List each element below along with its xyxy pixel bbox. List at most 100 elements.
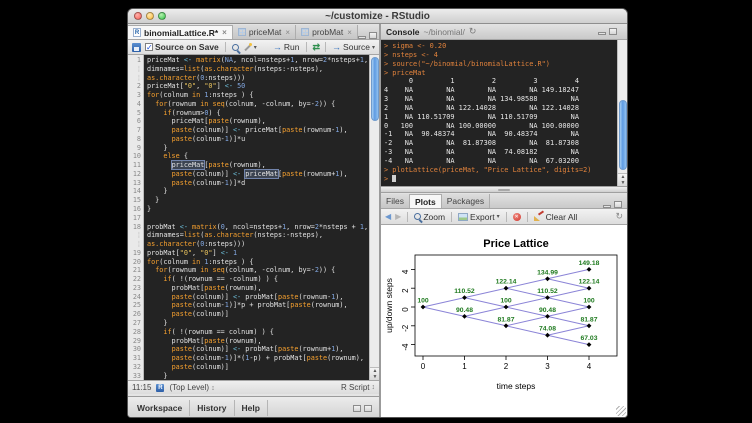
resize-grip[interactable] [616,406,626,416]
code-line[interactable]: 5 if(rownum>0) { [128,109,369,118]
maximize-pane-icon[interactable] [364,405,372,412]
tab-workspace[interactable]: Workspace [130,400,190,416]
code-line[interactable]: 19probMat["0", "0"] <- 1 [128,249,369,258]
code-line[interactable]: 28 if( !(rownum == colnum) ) { [128,328,369,337]
zoom-plot-button[interactable]: Zoom [414,212,445,222]
titlebar[interactable]: ~/customize - RStudio [128,9,627,24]
code-line[interactable]: 4 for(rownum in seq(colnum, -colnum, by=… [128,100,369,109]
horizontal-splitter[interactable] [381,186,627,193]
console-line: > source("~/binomial/binomialLattice.R") [384,60,591,69]
maximize-pane-icon[interactable] [609,28,617,35]
code-line[interactable]: ¦dimnames=list(as.character(nsteps:-nste… [128,65,369,74]
search-icon[interactable] [232,44,239,51]
minimize-pane-icon[interactable] [358,36,366,39]
tab-help[interactable]: Help [235,400,268,416]
file-type-selector[interactable]: R Script ↕ [341,383,375,392]
code-line[interactable]: 2priceMat["0", "0"] <- 50 [128,82,369,91]
minimize-pane-icon[interactable] [598,32,606,35]
restore-pane-icon[interactable] [353,405,361,412]
code-line[interactable]: 29 probMat[paste(rownum), [128,337,369,346]
code-line[interactable]: 18probMat <- matrix(0, ncol=nsteps+1, nr… [128,223,369,232]
code-editor[interactable]: 1priceMat <- matrix(NA, ncol=nsteps+1, n… [128,55,379,380]
code-line[interactable]: ¦dimnames=list(as.character(nsteps:-nste… [128,231,369,240]
code-line[interactable]: 30 paste(colnum)] <- probMat[paste(rownu… [128,345,369,354]
refresh-plot-icon[interactable]: ↻ [615,211,623,222]
editor-scrollbar[interactable]: ▲▼ [369,55,379,380]
source-button[interactable]: → Source ▾ [332,42,375,52]
code-line[interactable]: 26 paste(colnum)] [128,310,369,319]
console-line: > [384,175,591,184]
close-icon[interactable]: × [222,28,227,37]
code-line[interactable]: ¦as.character(0:nsteps))) [128,74,369,83]
svg-text:122.14: 122.14 [579,279,600,286]
tab-pricemat[interactable]: priceMat × [233,25,296,39]
console-scroll-arrows[interactable]: ▲▼ [618,173,627,186]
editor-scroll-arrows[interactable]: ▲▼ [370,367,379,380]
code-line[interactable]: 13 paste(colnum-1)]*d [128,179,369,188]
previous-plot-button[interactable]: ◀ [385,212,391,221]
code-line[interactable]: 9 } [128,144,369,153]
code-line[interactable]: 20for(colnum in 1:nsteps ) { [128,258,369,267]
run-arrow-icon: → [273,42,282,52]
code-line[interactable]: 27 } [128,319,369,328]
code-line[interactable]: 15 } [128,196,369,205]
code-line[interactable]: 8 paste(colnum-1)]*u [128,135,369,144]
console-scrollbar[interactable]: ▲▼ [617,40,627,186]
console-line: > nsteps <- 4 [384,51,591,60]
source-on-save-checkbox[interactable]: ✓ Source on Save [145,42,219,52]
code-line[interactable]: 11 priceMat[paste(rownum), [128,161,369,170]
code-line[interactable]: 23 probMat[paste(rownum), [128,284,369,293]
svg-text:2: 2 [504,362,509,371]
code-line[interactable]: 25 paste(colnum-1)]*p + probMat[paste(ro… [128,301,369,310]
code-line[interactable]: 31 paste(colnum-1)]*(1-p) + probMat[past… [128,354,369,363]
maximize-pane-icon[interactable] [369,32,377,39]
rerun-button[interactable]: ⇄ [313,42,320,53]
code-line[interactable]: 14 } [128,187,369,196]
next-plot-button[interactable]: ▶ [395,212,401,221]
close-icon[interactable]: × [347,28,352,37]
tab-binomiallattice[interactable]: R binomialLattice.R* × [128,25,233,39]
code-line[interactable]: ¦as.character(0:nsteps))) [128,240,369,249]
code-line[interactable]: 12 paste(colnum)] <- priceMat[paste(rown… [128,170,369,179]
code-line[interactable]: 22 if( !(rownum == -colnum) ) { [128,275,369,284]
svg-text:74.08: 74.08 [539,326,556,333]
code-line[interactable]: 17 [128,214,369,223]
svg-text:100: 100 [500,298,512,305]
tab-packages[interactable]: Packages [442,194,490,208]
code-line[interactable]: 33 } [128,372,369,380]
code-line[interactable]: 1priceMat <- matrix(NA, ncol=nsteps+1, n… [128,56,369,65]
export-plot-button[interactable]: Export ▾ [458,212,500,222]
minimize-pane-icon[interactable] [603,205,611,208]
save-icon[interactable] [132,43,141,52]
remove-plot-button[interactable]: ✕ [513,213,521,221]
tab-plots[interactable]: Plots [410,194,442,208]
console[interactable]: > sigma <- 0.20> nsteps <- 4> source("~/… [381,40,627,186]
tab-label: Plots [415,197,436,207]
console-line: -2 NA NA 81.87308 NA 81.87308 [384,139,591,148]
svg-text:134.99: 134.99 [537,269,558,276]
goto-directory-icon[interactable]: ↻ [469,26,477,37]
tab-history[interactable]: History [190,400,234,416]
code-line[interactable]: 10 else { [128,152,369,161]
price-lattice-plot: 01234time steps-4-2024up/down steps10011… [381,225,627,417]
rstudio-window: ~/customize - RStudio R binomialLattice.… [127,8,628,418]
clear-all-button[interactable]: Clear All [534,212,578,222]
code-line[interactable]: 21 for(rownum in seq(colnum, -colnum, by… [128,266,369,275]
code-line[interactable]: 24 paste(colnum)] <- probMat[paste(rownu… [128,293,369,302]
code-lines: 1priceMat <- matrix(NA, ncol=nsteps+1, n… [128,56,369,380]
code-tools-button[interactable]: ▾ [243,43,257,52]
code-line[interactable]: 32 paste(colnum)] [128,363,369,372]
code-line[interactable]: 6 priceMat[paste(rownum), [128,117,369,126]
editor-scrollbar-thumb[interactable] [371,57,379,121]
scope-selector[interactable]: (Top Level) ↕ [169,383,214,392]
close-icon[interactable]: × [285,28,290,37]
run-button[interactable]: → Run [273,42,300,52]
tab-probmat[interactable]: probMat × [296,25,358,39]
code-line[interactable]: 16} [128,205,369,214]
maximize-pane-icon[interactable] [614,201,622,208]
console-scrollbar-thumb[interactable] [619,100,627,170]
tab-files[interactable]: Files [381,194,410,208]
source-arrow-icon: → [332,42,341,52]
code-line[interactable]: 3for(colnum in 1:nsteps ) { [128,91,369,100]
code-line[interactable]: 7 paste(colnum)] <- priceMat[paste(rownu… [128,126,369,135]
